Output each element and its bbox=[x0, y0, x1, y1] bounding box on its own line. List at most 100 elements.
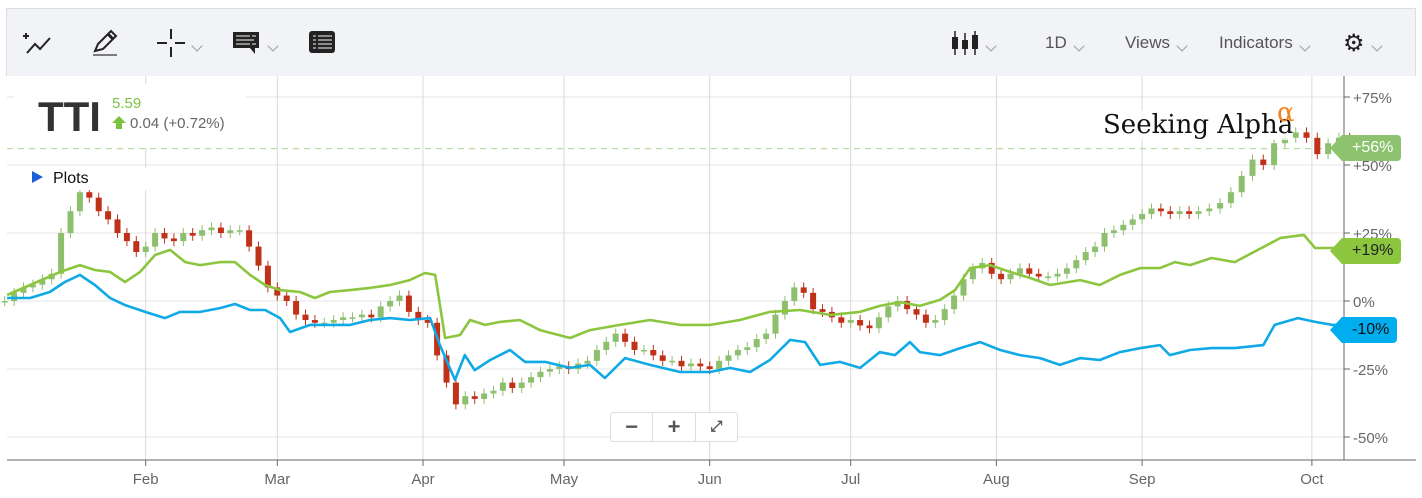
x-tick-label: May bbox=[550, 471, 579, 488]
candle-up bbox=[772, 314, 779, 334]
candle-down bbox=[1167, 211, 1174, 214]
views-label: Views bbox=[1125, 33, 1171, 52]
news-list-button[interactable] bbox=[309, 9, 337, 77]
candle-up bbox=[640, 349, 647, 352]
candle-down bbox=[866, 325, 873, 329]
crosshair-button[interactable] bbox=[157, 9, 203, 77]
tti-last-value-tag: +56% bbox=[1329, 135, 1402, 161]
candle-up bbox=[1092, 246, 1099, 253]
candle-up bbox=[518, 382, 525, 389]
chevron-down-icon bbox=[1176, 40, 1188, 52]
plots-toggle[interactable]: Plots bbox=[32, 168, 159, 190]
candle-up bbox=[875, 317, 882, 329]
candle-up bbox=[951, 295, 958, 310]
candle-up bbox=[76, 192, 83, 212]
x-tick-label: Sep bbox=[1129, 471, 1156, 488]
x-tick-label: Jul bbox=[841, 471, 860, 488]
draw-button[interactable] bbox=[91, 9, 121, 77]
candle-down bbox=[161, 233, 168, 239]
zoom-in-button[interactable]: + bbox=[653, 413, 696, 441]
candle-up bbox=[1176, 211, 1183, 214]
candle-up bbox=[885, 306, 892, 318]
pencil-icon bbox=[93, 29, 118, 56]
candle-up bbox=[669, 360, 676, 363]
candle-up bbox=[969, 268, 976, 280]
candle-down bbox=[405, 295, 412, 312]
candle-down bbox=[452, 382, 459, 405]
candle-up bbox=[349, 317, 356, 319]
annotations-button[interactable] bbox=[233, 9, 279, 77]
views-dropdown[interactable]: Views bbox=[1125, 9, 1188, 77]
arrow-up-icon bbox=[112, 116, 126, 129]
candle-up bbox=[1217, 203, 1224, 209]
timeframe-dropdown[interactable]: 1D bbox=[1045, 9, 1085, 77]
candle-up bbox=[1063, 268, 1070, 274]
candle-up bbox=[528, 377, 535, 383]
candle-down bbox=[217, 227, 224, 233]
chevron-down-icon bbox=[191, 40, 203, 52]
candle-down bbox=[114, 219, 121, 233]
candle-down bbox=[255, 246, 262, 266]
candle-down bbox=[810, 292, 817, 310]
candle-down bbox=[368, 314, 375, 318]
candle-up bbox=[67, 211, 74, 233]
candle-down bbox=[86, 192, 93, 198]
candle-down bbox=[293, 301, 300, 315]
candle-up bbox=[1271, 143, 1278, 165]
chart-type-button[interactable] bbox=[951, 9, 997, 77]
timeframe-label: 1D bbox=[1045, 33, 1067, 52]
indicators-dropdown[interactable]: Indicators bbox=[1219, 9, 1311, 77]
candle-up bbox=[490, 390, 497, 394]
candle-up bbox=[612, 333, 619, 342]
candle-up bbox=[208, 227, 215, 231]
y-tick-label: -50% bbox=[1353, 430, 1388, 447]
candle-up bbox=[330, 320, 337, 323]
alpha-logo-icon: α bbox=[1277, 98, 1295, 128]
candle-up bbox=[1249, 159, 1256, 176]
candle-down bbox=[471, 396, 478, 399]
candle-up bbox=[593, 349, 600, 361]
zoom-out-button[interactable]: − bbox=[611, 413, 654, 441]
chevron-down-icon bbox=[985, 40, 997, 52]
candle-down bbox=[302, 314, 309, 321]
candle-up bbox=[546, 369, 553, 372]
last-price: 5.59 bbox=[112, 95, 142, 112]
expand-triangle-icon bbox=[32, 171, 43, 183]
candle-down bbox=[659, 355, 666, 361]
candle-up bbox=[941, 309, 948, 321]
candle-up bbox=[1129, 219, 1136, 225]
candle-down bbox=[631, 341, 638, 350]
candle-up bbox=[687, 363, 694, 367]
candle-up bbox=[847, 320, 854, 323]
candle-down bbox=[95, 197, 102, 212]
price-change: 0.04 (+0.72%) bbox=[112, 115, 225, 132]
candle-up bbox=[152, 233, 159, 247]
chevron-down-icon bbox=[1073, 40, 1085, 52]
candle-down bbox=[998, 273, 1005, 280]
candle-down bbox=[838, 317, 845, 323]
green-series-last-value-tag: +19% bbox=[1329, 238, 1402, 264]
add-comparison-button[interactable] bbox=[21, 9, 53, 77]
candle-up bbox=[791, 287, 798, 301]
candle-up bbox=[377, 306, 384, 318]
blue-series-last-value-tag: -10% bbox=[1329, 317, 1398, 343]
gear-icon: ⚙ bbox=[1343, 29, 1365, 57]
y-tick-label: 0% bbox=[1353, 294, 1375, 311]
settings-button[interactable]: ⚙ bbox=[1343, 9, 1383, 77]
seeking-alpha-watermark: Seeking Alpha bbox=[1103, 110, 1294, 140]
fullscreen-button[interactable]: ⤢ bbox=[696, 413, 737, 441]
candle-up bbox=[462, 396, 469, 405]
candle-down bbox=[1303, 132, 1310, 138]
candle-up bbox=[1045, 276, 1052, 279]
candle-down bbox=[913, 309, 920, 315]
candle-up bbox=[1120, 224, 1127, 231]
candle-up bbox=[584, 360, 591, 364]
candle-up bbox=[716, 360, 723, 369]
x-tick-label: Mar bbox=[264, 471, 290, 488]
candle-up bbox=[537, 371, 544, 378]
crosshair-icon bbox=[157, 29, 185, 57]
candle-up bbox=[1195, 211, 1202, 214]
candle-up bbox=[1110, 230, 1117, 233]
candle-down bbox=[246, 230, 253, 247]
candle-up bbox=[1206, 208, 1213, 212]
